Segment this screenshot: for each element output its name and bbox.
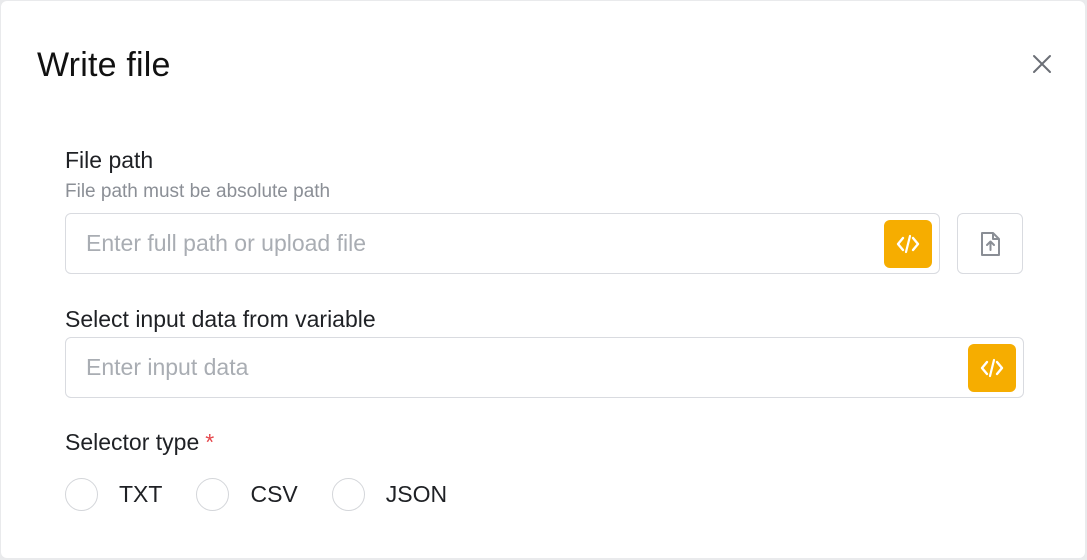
- file-path-input[interactable]: [86, 214, 876, 273]
- required-asterisk: *: [205, 429, 215, 455]
- code-icon: [896, 234, 920, 254]
- radio-label-csv: CSV: [250, 481, 298, 507]
- radio-label-json: JSON: [385, 481, 448, 507]
- write-file-dialog: Write file File path File path must be a…: [1, 1, 1085, 558]
- input-data-input[interactable]: [86, 338, 956, 397]
- code-icon: [980, 358, 1004, 378]
- file-upload-icon: [981, 231, 1000, 256]
- input-data-variable-button[interactable]: [968, 344, 1016, 392]
- close-button[interactable]: [1027, 49, 1057, 79]
- input-data-field: [65, 337, 1024, 398]
- input-data-label: Select input data from variable: [65, 306, 376, 332]
- radio-button-txt[interactable]: [65, 478, 98, 511]
- selector-type-label: Selector type *: [65, 428, 214, 456]
- radio-option-csv[interactable]: CSV: [196, 478, 298, 511]
- file-path-field: [65, 213, 940, 274]
- selector-type-radio-group: TXT CSV JSON: [65, 478, 481, 511]
- file-path-variable-button[interactable]: [884, 220, 932, 268]
- radio-button-json[interactable]: [331, 478, 365, 511]
- dialog-title: Write file: [37, 46, 171, 84]
- file-path-label: File path: [65, 147, 154, 173]
- radio-label-txt: TXT: [119, 481, 163, 507]
- selector-type-label-text: Selector type: [65, 429, 200, 455]
- radio-option-txt[interactable]: TXT: [65, 478, 162, 511]
- radio-option-json[interactable]: JSON: [331, 478, 448, 511]
- file-path-help-text: File path must be absolute path: [65, 181, 331, 202]
- radio-button-csv[interactable]: [196, 478, 230, 511]
- close-icon: [1033, 55, 1051, 73]
- upload-file-button[interactable]: [957, 213, 1023, 274]
